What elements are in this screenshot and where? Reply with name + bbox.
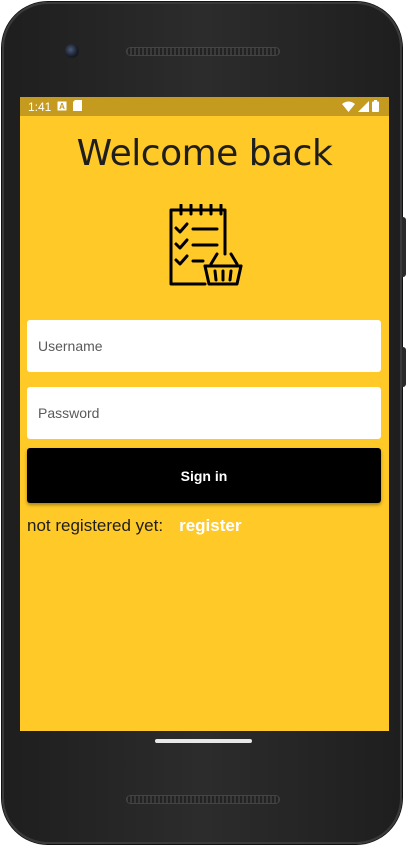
svg-text:A: A [59, 102, 65, 111]
status-bar: 1:41 A [20, 97, 389, 116]
volume-button [402, 217, 406, 277]
phone-frame: 1:41 A Welcome back Username Sign in not… [2, 2, 406, 844]
register-link[interactable]: register [179, 516, 241, 536]
wifi-icon [342, 101, 355, 115]
checklist-basket-icon [167, 203, 243, 291]
power-button [402, 347, 406, 387]
password-input[interactable] [27, 387, 381, 439]
front-camera [65, 44, 79, 58]
page-title: Welcome back [76, 133, 333, 174]
register-row: not registered yet: register [27, 516, 241, 536]
signal-icon [358, 100, 369, 115]
a-notification-icon: A [57, 100, 67, 114]
app-screen: 1:41 A Welcome back Username Sign in not… [20, 97, 389, 731]
bottom-speaker [126, 795, 280, 804]
home-gesture-bar[interactable] [155, 739, 252, 743]
sd-card-icon [73, 99, 83, 114]
battery-icon [372, 100, 379, 115]
not-registered-label: not registered yet: [27, 516, 164, 535]
signin-button[interactable]: Sign in [27, 448, 381, 503]
top-speaker [126, 47, 280, 56]
username-input[interactable] [27, 320, 381, 372]
status-time: 1:41 [28, 99, 52, 114]
